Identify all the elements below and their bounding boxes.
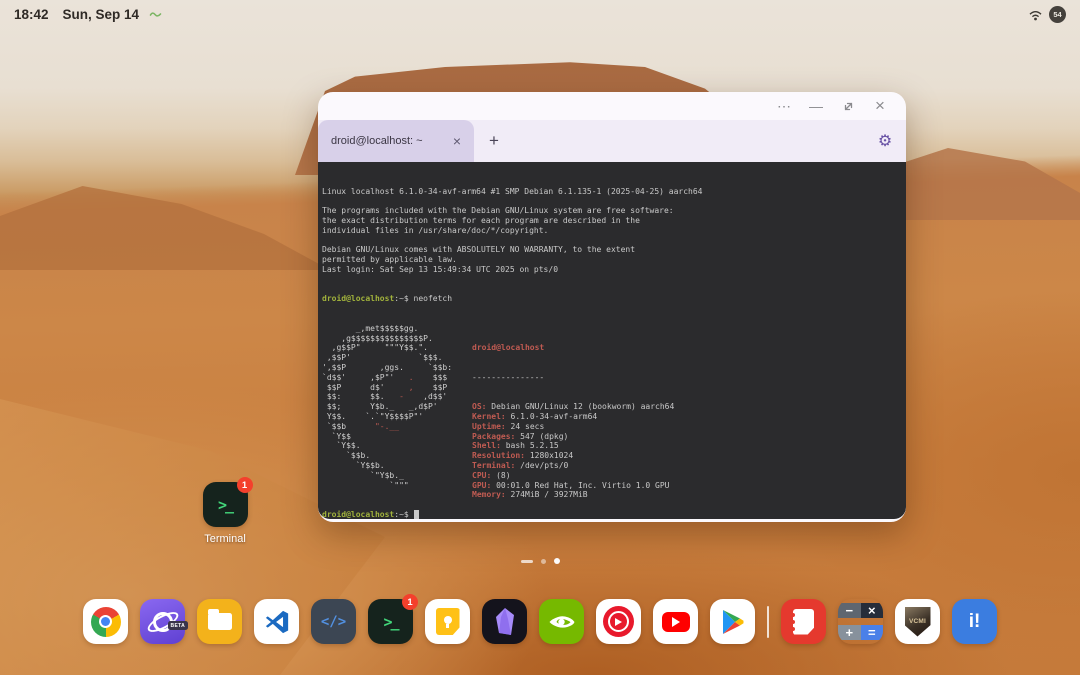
settings-gear-icon[interactable]: ⚙ <box>864 120 906 162</box>
clock[interactable]: 18:42 <box>14 7 49 22</box>
debian-ascii-logo-accent: . , - "-.__ <box>322 324 414 481</box>
tab-bar: droid@localhost: ~ × + ⚙ <box>318 120 906 162</box>
terminal-content[interactable]: Linux localhost 6.1.0-34-avf-arm64 #1 SM… <box>318 162 906 519</box>
minimize-button[interactable]: — <box>800 94 832 118</box>
neofetch-info-row: Terminal: /dev/pts/0 <box>472 461 674 471</box>
dock-icon-terminal[interactable]: >_ 1 <box>368 599 413 644</box>
dock-separator <box>767 606 769 638</box>
dock-icon-play-store[interactable] <box>710 599 755 644</box>
home-dash-indicator[interactable] <box>521 560 533 563</box>
dock-icon-samsung-internet-beta[interactable]: BETA <box>140 599 185 644</box>
dock-icon-obsidian[interactable] <box>482 599 527 644</box>
notes-icon <box>793 609 814 635</box>
dock-icon-google-keep[interactable] <box>425 599 470 644</box>
neofetch-info-row: Uptime: 24 secs <box>472 422 674 432</box>
tab-title: droid@localhost: ~ <box>331 135 450 147</box>
date[interactable]: Sun, Sep 14 <box>63 7 140 22</box>
neofetch-separator: --------------- <box>472 373 674 383</box>
neofetch-info-row: Kernel: 6.1.0-34-avf-arm64 <box>472 412 674 422</box>
window-titlebar[interactable]: ⋯ — × <box>318 92 906 120</box>
wifi-icon[interactable] <box>1028 8 1043 21</box>
dock-icon-my-files[interactable] <box>197 599 242 644</box>
page-dot[interactable] <box>541 559 546 564</box>
keep-note-icon <box>436 608 460 635</box>
terminal-line: Linux localhost 6.1.0-34-avf-arm64 #1 SM… <box>322 187 902 197</box>
status-bar: 18:42 Sun, Sep 14 54 <box>0 0 1080 28</box>
folder-icon <box>208 613 232 630</box>
beta-badge: BETA <box>168 621 188 630</box>
neofetch-info-row: Memory: 274MiB / 3927MiB <box>472 490 674 500</box>
page-dot-active[interactable] <box>554 558 560 564</box>
terminal-prompt-line: droid@localhost:~$ neofetch <box>322 294 902 304</box>
dock-icon-info-app[interactable]: i! <box>952 599 997 644</box>
shortcut-label: Terminal <box>185 533 265 545</box>
neofetch-info-row: Shell: bash 5.2.15 <box>472 441 674 451</box>
terminal-line: permitted by applicable law. <box>322 255 902 265</box>
equals-icon: = <box>861 625 884 640</box>
vcmi-shield-icon: VCMI <box>905 607 931 637</box>
wallpaper-dune <box>0 150 330 270</box>
minus-icon: − <box>838 603 861 618</box>
notification-badge: 1 <box>237 477 253 493</box>
battery-indicator[interactable]: 54 <box>1049 6 1066 23</box>
dock-icon-youtube[interactable] <box>653 599 698 644</box>
dock: BETA </> >_ 1 <box>0 599 1080 644</box>
dock-icon-samsung-notes[interactable] <box>781 599 826 644</box>
new-tab-button[interactable]: + <box>474 120 514 162</box>
neofetch-info-row: Packages: 547 (dpkg) <box>472 432 674 442</box>
code-brackets-icon: </> <box>321 614 346 630</box>
terminal-prompt-icon: >_ <box>383 613 397 631</box>
terminal-cursor <box>414 510 419 519</box>
neofetch-info: droid@localhost --------------- OS: Debi… <box>472 324 674 522</box>
terminal-line <box>322 196 902 206</box>
terminal-line: The programs included with the Debian GN… <box>322 206 902 216</box>
neofetch-title: droid@localhost <box>472 343 674 353</box>
chrome-icon <box>91 607 121 637</box>
close-button[interactable]: × <box>864 94 896 118</box>
dock-icon-geforce-now[interactable] <box>539 599 584 644</box>
edit-icon <box>149 10 162 18</box>
terminal-line: Last login: Sat Sep 13 15:49:34 UTC 2025… <box>322 265 902 275</box>
info-app-glyph: i! <box>969 611 981 633</box>
notification-badge: 1 <box>402 594 418 610</box>
terminal-window: ⋯ — × droid@localhost: ~ × + ⚙ Linux loc… <box>318 92 906 522</box>
neofetch-output: _,met$$$$$gg. ,g$$$$$$$$$$$$$$$P. ,g$$P"… <box>322 324 902 491</box>
more-options-button[interactable]: ⋯ <box>768 94 800 118</box>
dock-icon-chrome[interactable] <box>83 599 128 644</box>
tab-droid-localhost[interactable]: droid@localhost: ~ × <box>318 120 474 162</box>
vscode-icon <box>264 609 290 635</box>
neofetch-info-row: OS: Debian GNU/Linux 12 (bookworm) aarch… <box>472 402 674 412</box>
terminal-line: the exact distribution terms for each pr… <box>322 216 902 226</box>
dock-icon-youtube-music[interactable] <box>596 599 641 644</box>
neofetch-info-row: Resolution: 1280x1024 <box>472 451 674 461</box>
terminal-line: Debian GNU/Linux comes with ABSOLUTELY N… <box>322 245 902 255</box>
plus-icon: + <box>838 625 861 640</box>
obsidian-gem-icon <box>492 607 518 637</box>
terminal-line: individual files in /usr/share/doc/*/cop… <box>322 226 902 236</box>
nvidia-eye-icon <box>548 611 576 633</box>
dock-icon-vscode[interactable] <box>254 599 299 644</box>
neofetch-info-row: CPU: (8) <box>472 471 674 481</box>
neofetch-info-row: GPU: 00:01.0 Red Hat, Inc. Virtio 1.0 GP… <box>472 481 674 491</box>
maximize-button[interactable] <box>832 94 864 118</box>
youtube-icon <box>662 612 690 632</box>
dock-icon-calculator[interactable]: − × + = <box>838 599 883 644</box>
youtube-music-icon <box>603 606 634 637</box>
dock-icon-vcmi[interactable]: VCMI <box>895 599 940 644</box>
play-store-icon <box>721 609 745 635</box>
desktop-shortcut-terminal[interactable]: >_ 1 Terminal <box>185 482 265 545</box>
terminal-line <box>322 236 902 246</box>
tab-close-icon[interactable]: × <box>450 132 464 150</box>
home-page-indicator[interactable] <box>0 558 1080 564</box>
dock-icon-code-editor[interactable]: </> <box>311 599 356 644</box>
terminal-icon[interactable]: >_ 1 <box>203 482 248 527</box>
multiply-icon: × <box>861 603 884 618</box>
